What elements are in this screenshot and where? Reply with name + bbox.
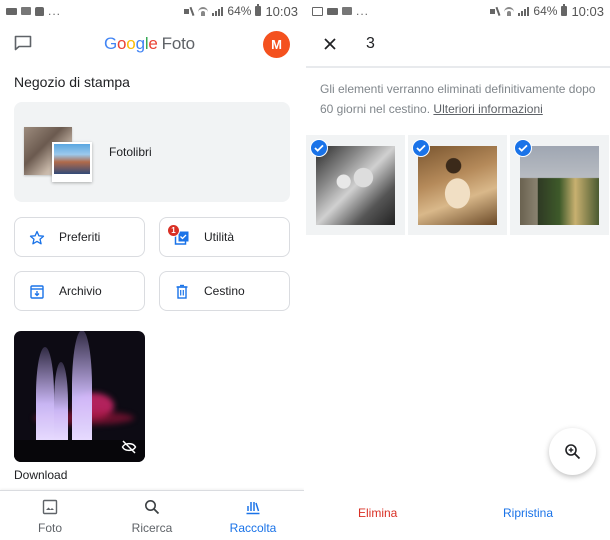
close-icon[interactable] [320,34,340,54]
download-album[interactable] [14,331,145,462]
library-icon [246,502,260,515]
trash-photo-item[interactable] [408,135,507,235]
utilities-button[interactable]: Utilità [159,217,290,257]
photobook-thumbnail [52,142,92,182]
nav-library[interactable]: Raccolta [203,491,303,540]
nav-library-label: Raccolta [229,521,277,535]
archive-label: Archivio [59,284,102,298]
library-screen: ... 64% 10:03 Google Foto M Negozio di st… [0,0,304,540]
status-bar: ... 64% 10:03 [306,0,610,22]
selection-header: 3 [306,22,610,68]
clock: 10:03 [265,3,298,19]
trash-icon [176,284,188,299]
status-bar: ... 64% 10:03 [0,0,304,22]
message-icon[interactable] [14,35,32,51]
album-photo-detail [36,347,54,442]
eye-off-icon [121,440,137,454]
checkmark-icon[interactable] [412,139,430,157]
video-camera-icon [6,7,17,15]
logo-letter: e [148,34,158,53]
more-notifications: ... [48,4,62,18]
notification-badge: 1 [167,224,180,237]
mute-icon [490,7,500,16]
checkmark-icon[interactable] [514,139,532,157]
trash-photo-item[interactable] [306,135,405,235]
checkmark-icon[interactable] [310,139,328,157]
photobook-card[interactable]: Fotolibri [14,102,290,202]
print-store-heading: Negozio di stampa [14,74,130,90]
logo-letter: o [117,34,127,53]
sd-card-icon [21,7,31,15]
signal-icon [518,6,530,16]
album-photo-detail [54,362,68,442]
shopping-bag-icon [35,6,44,16]
mute-icon [184,7,194,16]
trash-label: Cestino [204,284,245,298]
delete-button[interactable]: Elimina [358,506,397,520]
trash-photo-item[interactable] [510,135,609,235]
star-outline-icon [29,230,45,245]
favorites-label: Preferiti [59,230,101,244]
nav-photos[interactable]: Foto [0,491,100,540]
wifi-icon [198,6,209,16]
photobook-label: Fotolibri [109,145,152,159]
bottom-navigation: Foto Ricerca Raccolta [0,490,304,540]
archive-button[interactable]: Archivio [14,271,145,311]
logo-letter: g [135,34,145,53]
video-camera-icon [327,7,338,15]
photo-thumbnail [418,146,497,225]
battery-icon [561,4,568,16]
archive-icon [30,285,44,299]
download-album-label: Download [14,468,68,482]
wifi-icon [504,6,515,16]
favorites-button[interactable]: Preferiti [14,217,145,257]
battery-percent: 64% [533,4,558,18]
battery-icon [255,4,262,16]
zoom-in-icon [565,444,581,460]
utilities-label: Utilità [204,230,235,244]
nav-search-label: Ricerca [131,521,173,535]
image-icon [312,6,323,16]
trash-info-text: Gli elementi verranno eliminati definiti… [320,79,600,119]
sd-card-icon [342,7,352,15]
trash-button[interactable]: Cestino [159,271,290,311]
battery-percent: 64% [227,4,252,18]
zoom-in-button[interactable] [549,428,596,475]
logo-product-name: Foto [161,34,195,53]
trash-selection-screen: ... 64% 10:03 3 Gli elementi verranno el… [306,0,610,540]
app-header: Google Foto M [0,22,304,66]
selection-count: 3 [366,35,375,52]
logo-letter: G [104,34,118,53]
photo-thumbnail [520,146,599,225]
more-notifications: ... [356,4,370,18]
photo-icon [42,499,58,515]
nav-search[interactable]: Ricerca [102,491,202,540]
learn-more-link[interactable]: Ulteriori informazioni [433,102,542,116]
app-logo: Google Foto [104,34,195,54]
photo-thumbnail [316,146,395,225]
signal-icon [212,6,224,16]
clock: 10:03 [571,3,604,19]
search-icon [145,500,160,515]
restore-button[interactable]: Ripristina [503,506,553,520]
logo-letter: o [126,34,136,53]
nav-photos-label: Foto [37,521,62,535]
account-avatar[interactable]: M [263,31,290,58]
album-photo-detail [72,331,92,442]
